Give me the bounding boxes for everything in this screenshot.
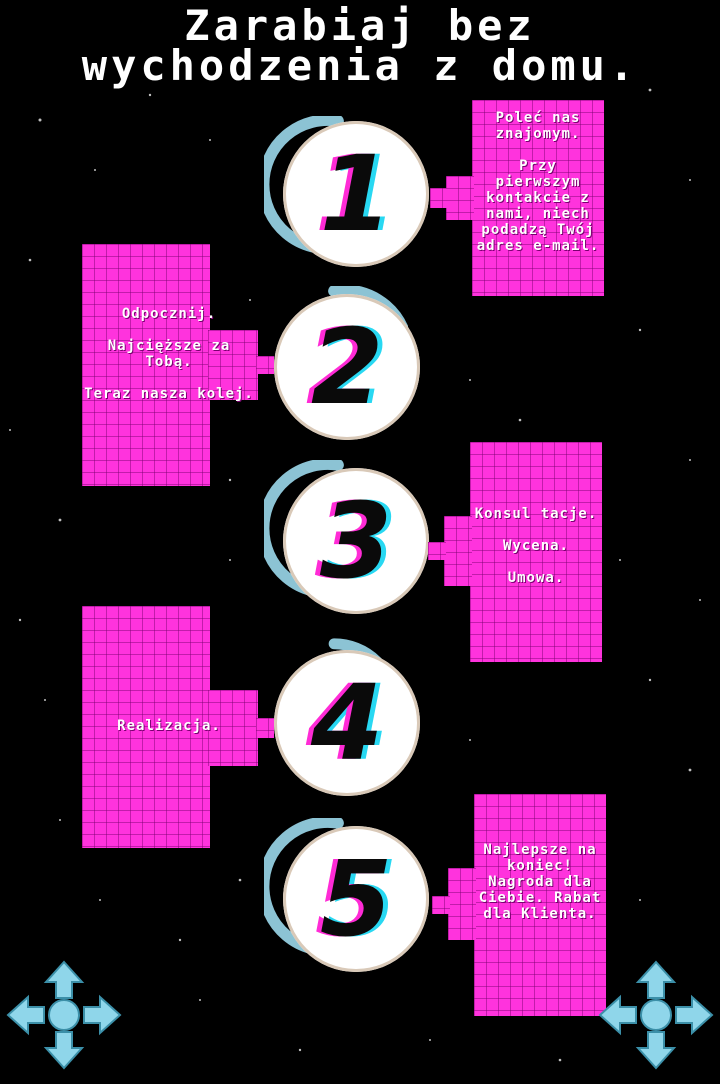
dpad-controller-icon — [6, 960, 122, 1070]
box-pointer — [444, 516, 472, 586]
step-2-text: Odpocznij. Najcięższe za Tobą. Teraz nas… — [84, 306, 254, 402]
step-4-badge: 4 — [268, 636, 438, 816]
box-pointer-tip — [256, 356, 274, 374]
box-pointer-tip — [256, 718, 274, 738]
box-pointer-tip — [428, 542, 446, 560]
step-number: 1 — [319, 133, 393, 255]
step-number: 4 — [310, 662, 384, 784]
box-pointer — [446, 176, 474, 220]
step-1-text: Poleć nas znajomym. Przy pierwszym konta… — [476, 110, 600, 254]
step-number: 5 — [319, 838, 393, 960]
step-number: 2 — [310, 306, 384, 428]
step-1-badge: 1 — [264, 116, 434, 286]
box-pointer-tip — [430, 188, 448, 208]
box-pointer — [448, 868, 476, 940]
dpad-controller-icon — [598, 960, 714, 1070]
page-title: Zarabiaj bez wychodzenia z domu. — [81, 1, 639, 90]
step-5-text: Najlepsze na koniec! Nagroda dla Ciebie.… — [478, 842, 602, 922]
box-pointer-tip — [432, 896, 450, 914]
step-4-text: Realizacja. — [117, 718, 221, 734]
step-number: 3 — [319, 480, 393, 602]
step-3-text: Konsul tacje. Wycena. Umowa. — [474, 506, 598, 586]
step-3-badge: 3 — [264, 460, 434, 630]
step-5-badge: 5 — [264, 818, 434, 988]
step-2-badge: 2 — [268, 286, 438, 456]
